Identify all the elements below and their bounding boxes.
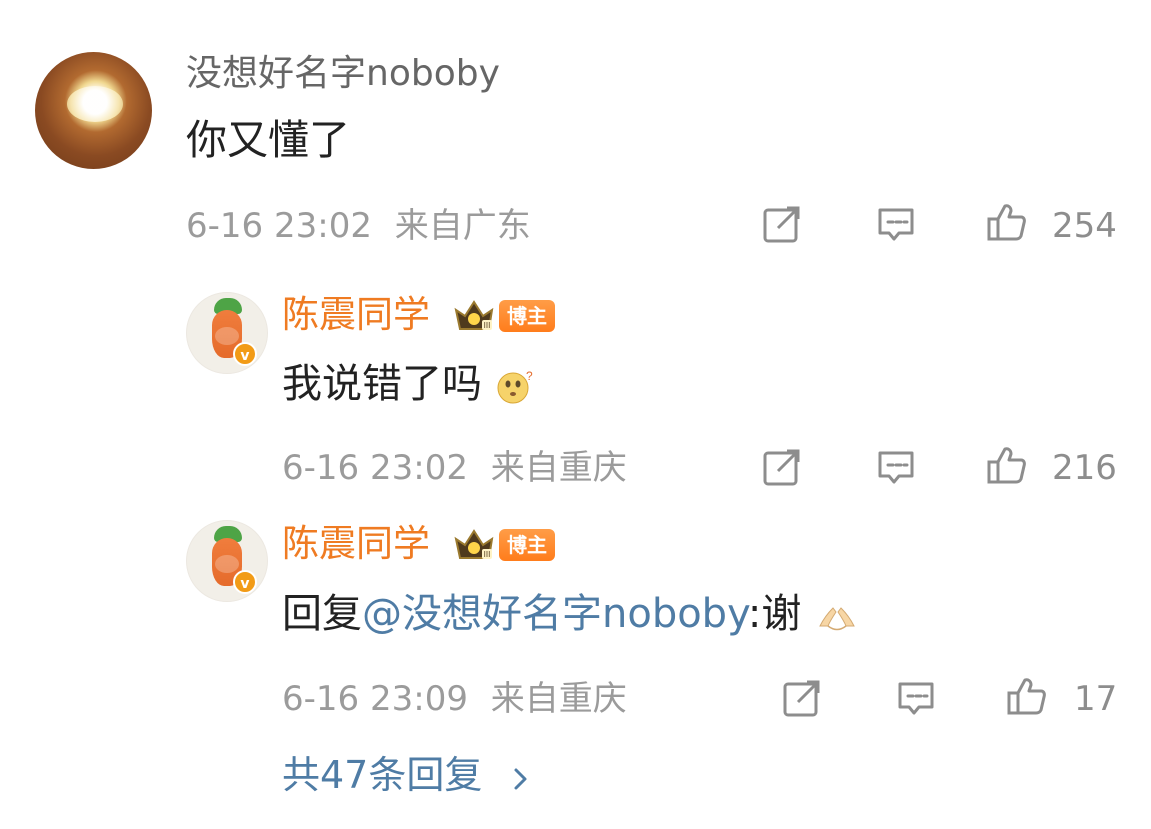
- reply-author-name[interactable]: 陈震同学: [282, 293, 430, 337]
- blogger-badge: 博主: [499, 529, 555, 561]
- reply-suffix: :谢: [747, 591, 802, 637]
- reply-text: 我说错了吗 ?: [282, 358, 535, 410]
- comment-icon[interactable]: [873, 201, 919, 247]
- thinking-emoji-icon: ?: [495, 366, 535, 406]
- like-count: 17: [1074, 679, 1118, 719]
- comment-icon[interactable]: [873, 444, 919, 490]
- avatar-face: [215, 327, 239, 345]
- share-icon[interactable]: [779, 675, 825, 721]
- reply-meta: 6-16 23:09 来自重庆: [282, 679, 627, 719]
- svg-text:III: III: [484, 321, 491, 330]
- avatar-face: [215, 555, 239, 573]
- reply-text-content: 我说错了吗: [282, 361, 482, 407]
- reply-avatar[interactable]: v: [186, 520, 268, 602]
- comment-meta: 6-16 23:02 来自广东: [186, 206, 531, 246]
- reply-timestamp: 6-16 23:09: [282, 679, 468, 719]
- share-icon[interactable]: [759, 444, 805, 490]
- blogger-badge: 博主: [499, 300, 555, 332]
- reply-text: 回复@没想好名字noboby:谢: [282, 588, 860, 640]
- svg-text:?: ?: [526, 369, 533, 383]
- thumbs-up-icon[interactable]: [984, 199, 1030, 245]
- mention-link[interactable]: @没想好名字noboby: [362, 591, 748, 637]
- author-badges: III 博主: [452, 523, 555, 567]
- more-replies-link[interactable]: 共47条回复: [282, 752, 530, 801]
- author-badges: III 博主: [452, 294, 555, 338]
- like-count: 216: [1052, 448, 1117, 488]
- comment-location: 来自广东: [394, 206, 531, 246]
- comment-text: 你又懂了: [186, 116, 350, 164]
- like-count: 254: [1052, 206, 1117, 246]
- svg-text:III: III: [484, 550, 491, 559]
- reply-author-name[interactable]: 陈震同学: [282, 522, 430, 566]
- reply-timestamp: 6-16 23:02: [282, 448, 468, 488]
- commenter-name[interactable]: 没想好名字noboby: [186, 52, 500, 96]
- more-replies-label: 共47条回复: [282, 753, 483, 797]
- reply-avatar[interactable]: v: [186, 292, 268, 374]
- verified-badge-icon: v: [233, 570, 257, 594]
- thumbs-up-icon[interactable]: [984, 442, 1030, 488]
- commenter-avatar[interactable]: [35, 52, 152, 169]
- thumbs-up-icon[interactable]: [1004, 673, 1050, 719]
- share-icon[interactable]: [759, 201, 805, 247]
- comment-timestamp: 6-16 23:02: [186, 206, 372, 246]
- comment-icon[interactable]: [893, 675, 939, 721]
- reply-location: 来自重庆: [490, 679, 627, 719]
- crown-level-icon: III: [454, 529, 494, 559]
- reply-prefix: 回复: [282, 591, 362, 637]
- reply-location: 来自重庆: [490, 448, 627, 488]
- reply-meta: 6-16 23:02 来自重庆: [282, 448, 627, 488]
- crown-level-icon: III: [454, 300, 494, 330]
- avatar-food-detail: [67, 86, 123, 122]
- praying-hands-emoji-icon: [814, 596, 860, 636]
- chevron-right-icon: [512, 755, 530, 801]
- verified-badge-icon: v: [233, 342, 257, 366]
